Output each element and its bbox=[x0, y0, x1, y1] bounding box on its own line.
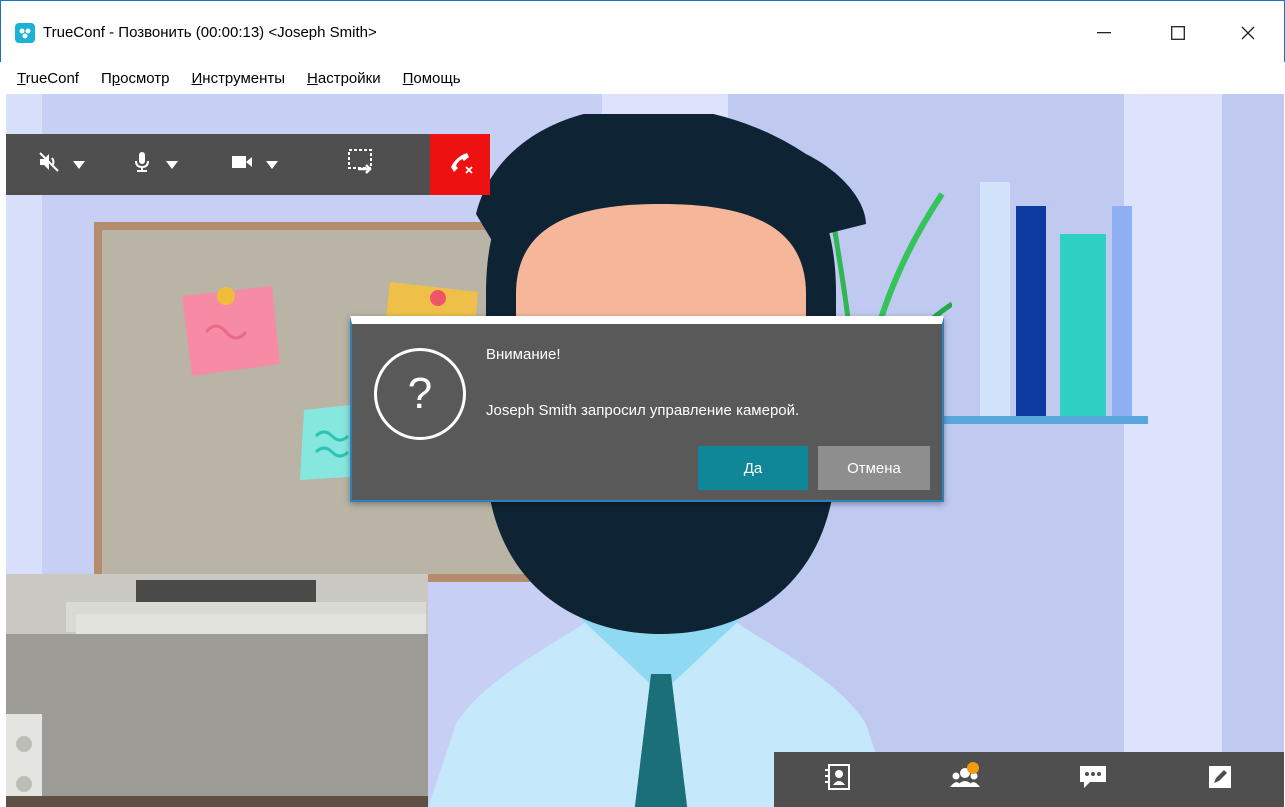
menu-view-rest: осмотр bbox=[120, 69, 170, 87]
question-glyph: ? bbox=[407, 369, 433, 418]
book bbox=[1016, 206, 1046, 416]
speaker-muted-icon bbox=[37, 150, 61, 179]
book bbox=[1112, 206, 1132, 416]
menu-view-accel: р bbox=[111, 69, 121, 87]
maximize-button[interactable] bbox=[1155, 15, 1201, 51]
menu-help-rest: омощь bbox=[413, 69, 461, 87]
cancel-button[interactable]: Отмена bbox=[818, 446, 930, 490]
self-view-image bbox=[6, 574, 428, 807]
window-title: TrueConf - Позвонить (00:00:13) <Joseph … bbox=[43, 24, 377, 41]
participants-button[interactable] bbox=[935, 752, 995, 807]
wall-stripe bbox=[1222, 94, 1284, 807]
camera-icon bbox=[230, 150, 254, 179]
chat-icon bbox=[1078, 764, 1108, 795]
trueconf-logo-icon bbox=[15, 23, 35, 43]
menu-tools-accel: И bbox=[191, 69, 203, 87]
minimize-button[interactable] bbox=[1081, 15, 1127, 51]
menu-help-accel: П bbox=[402, 69, 414, 87]
wall-stripe bbox=[1124, 94, 1222, 807]
question-icon: ? bbox=[374, 348, 466, 440]
pink-sticky-note bbox=[182, 286, 280, 376]
menu-tools[interactable]: Инструменты bbox=[192, 70, 286, 87]
contacts-icon bbox=[824, 763, 851, 796]
menu-tools-rest: нструменты bbox=[202, 69, 286, 87]
self-view-video bbox=[6, 574, 428, 807]
hangup-icon bbox=[445, 147, 475, 182]
shelf bbox=[936, 416, 1148, 424]
title-bar: TrueConf - Позвонить (00:00:13) <Joseph … bbox=[0, 0, 1285, 62]
speaker-mute-button[interactable] bbox=[6, 134, 106, 195]
camera-control-request-dialog: ? Внимание! Joseph Smith запросил управл… bbox=[350, 316, 944, 502]
edit-icon bbox=[1207, 764, 1233, 795]
book bbox=[980, 182, 1010, 416]
camera-button[interactable] bbox=[202, 134, 306, 195]
speaker-options-caret[interactable] bbox=[73, 160, 85, 169]
close-button[interactable] bbox=[1225, 15, 1271, 51]
side-panel-toolbar bbox=[774, 752, 1284, 807]
menu-view[interactable]: Просмотр bbox=[101, 70, 170, 87]
microphone-icon bbox=[130, 150, 154, 179]
screen-share-icon bbox=[346, 147, 376, 182]
call-controls-toolbar bbox=[6, 134, 436, 195]
yes-button[interactable]: Да bbox=[698, 446, 808, 490]
contacts-button[interactable] bbox=[808, 752, 868, 807]
camera-options-caret[interactable] bbox=[266, 160, 278, 169]
menu-settings-rest: астройки bbox=[317, 69, 381, 87]
menu-trueconf-rest: rueConf bbox=[25, 69, 79, 87]
menu-view-pre: П bbox=[100, 69, 112, 87]
menu-settings-accel: Н bbox=[307, 69, 318, 87]
menu-trueconf-accel: T bbox=[17, 69, 26, 87]
book bbox=[1060, 234, 1106, 416]
microphone-options-caret[interactable] bbox=[166, 160, 178, 169]
screen-share-button[interactable] bbox=[306, 134, 416, 195]
microphone-button[interactable] bbox=[106, 134, 202, 195]
menu-bar: TrueConf Просмотр Инструменты Настройки … bbox=[1, 62, 1284, 94]
edit-button[interactable] bbox=[1190, 752, 1250, 807]
menu-settings[interactable]: Настройки bbox=[307, 70, 381, 87]
menu-help[interactable]: Помощь bbox=[403, 70, 461, 87]
dialog-message: Joseph Smith запросил управление камерой… bbox=[486, 402, 800, 419]
menu-trueconf[interactable]: TrueConf bbox=[17, 70, 79, 87]
dialog-title: Внимание! bbox=[486, 346, 561, 363]
hangup-button[interactable] bbox=[430, 134, 490, 195]
chat-button[interactable] bbox=[1063, 752, 1123, 807]
